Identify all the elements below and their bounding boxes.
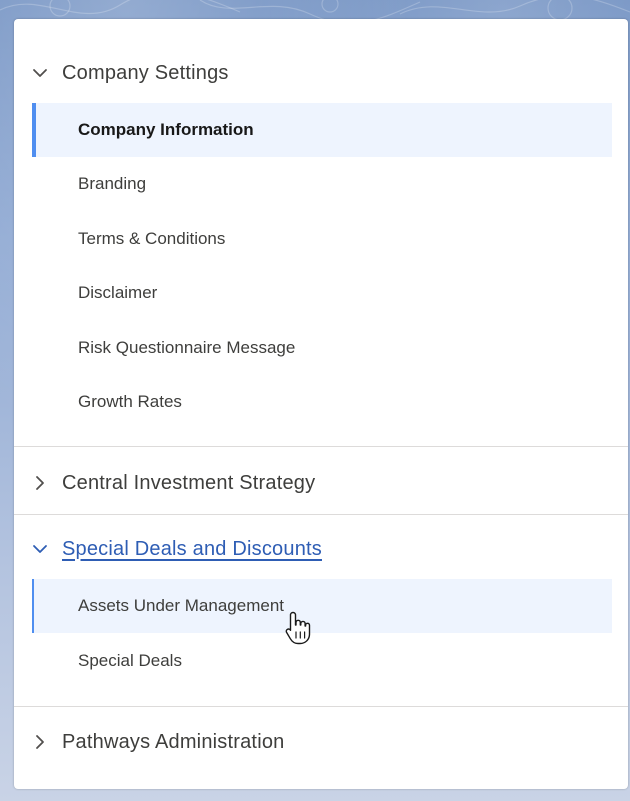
chevron-right-icon [32,475,48,491]
section-title: Central Investment Strategy [62,471,316,494]
section-header-special-deals-and-discounts[interactable]: Special Deals and Discounts [14,529,628,569]
nav-item-label: Disclaimer [78,283,158,302]
section-divider [14,514,628,515]
chevron-right-icon [32,734,48,750]
nav-item-terms-conditions[interactable]: Terms & Conditions [32,212,612,266]
nav-item-label: Company Information [78,120,254,139]
nav-item-disclaimer[interactable]: Disclaimer [32,266,612,320]
nav-item-label: Assets Under Management [78,596,284,615]
nav-item-risk-questionnaire-message[interactable]: Risk Questionnaire Message [32,321,612,375]
section-title: Pathways Administration [62,730,285,753]
nav-item-assets-under-management[interactable]: Assets Under Management [32,579,612,633]
nav-item-label: Branding [78,174,147,193]
section-header-company-settings[interactable]: Company Settings [14,53,628,93]
section-header-central-investment-strategy[interactable]: Central Investment Strategy [14,463,628,503]
section-divider [14,706,628,707]
nav-item-special-deals[interactable]: Special Deals [32,634,612,688]
nav-item-growth-rates[interactable]: Growth Rates [32,375,612,429]
settings-navigation-panel: Company Settings Company Information Bra… [14,19,628,789]
section-title-link[interactable]: Special Deals and Discounts [62,538,322,561]
nav-item-company-information[interactable]: Company Information [32,103,612,157]
nav-item-label: Growth Rates [78,392,182,411]
nav-item-label: Terms & Conditions [78,229,226,248]
nav-item-branding[interactable]: Branding [32,157,612,211]
chevron-down-icon [32,541,48,557]
nav-item-label: Risk Questionnaire Message [78,338,296,357]
nav-item-label: Special Deals [78,651,182,670]
section-header-pathways-administration[interactable]: Pathways Administration [14,722,628,762]
section-title: Company Settings [62,61,229,84]
chevron-down-icon [32,65,48,81]
section-divider [14,446,628,447]
